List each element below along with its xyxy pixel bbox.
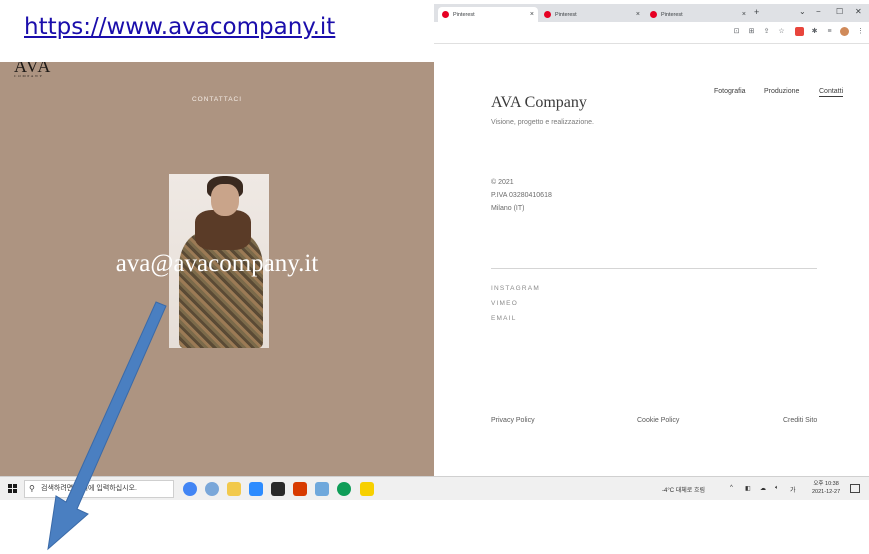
nav-produzione[interactable]: Produzione: [764, 88, 799, 95]
ava-company-page: Fotografia Produzione Contatti AVA Compa…: [434, 44, 869, 476]
new-tab-button[interactable]: +: [754, 7, 759, 17]
notifications-icon[interactable]: [850, 484, 860, 493]
install-icon[interactable]: ⊡: [732, 27, 741, 36]
maximize-button[interactable]: ☐: [836, 7, 843, 16]
blank-area: [0, 500, 869, 554]
url-link[interactable]: https://www.avacompany.it: [24, 14, 335, 40]
tray-chevron-icon[interactable]: ^: [730, 485, 733, 491]
extension-icon[interactable]: [795, 27, 804, 36]
weather-status[interactable]: -4°C 대체로 흐림: [662, 485, 705, 494]
clock[interactable]: 오후 10:38 2021-12-27: [812, 480, 840, 496]
reading-list-icon[interactable]: ≡: [825, 27, 834, 36]
tab-label: Pinterest: [453, 11, 475, 18]
nav-contatti[interactable]: Contatti: [819, 88, 844, 97]
zoom-icon[interactable]: [249, 482, 263, 496]
location: Milano (IT): [491, 205, 525, 212]
divider: [491, 268, 817, 269]
browser-chrome: Pinterest × Pinterest × Pinterest × + ⌄ …: [434, 4, 869, 44]
close-tab-icon[interactable]: ×: [530, 11, 534, 18]
pinterest-icon: [544, 11, 551, 18]
instagram-link[interactable]: INSTAGRAM: [491, 285, 540, 292]
browser-tab[interactable]: Pinterest ×: [540, 7, 644, 22]
kakaotalk-icon[interactable]: [360, 482, 374, 496]
bookmark-star-icon[interactable]: ☆: [777, 27, 786, 36]
chrome-icon[interactable]: [183, 482, 197, 496]
menu-kebab-icon[interactable]: ⋮: [856, 27, 865, 36]
pinterest-icon: [650, 11, 657, 18]
email-link[interactable]: ava@avacompany.it: [0, 250, 434, 278]
tab-label: Pinterest: [555, 11, 577, 18]
network-icon[interactable]: ◧: [745, 485, 751, 492]
browser-tab[interactable]: Pinterest ×: [438, 7, 538, 22]
date: 2021-12-27: [812, 489, 841, 495]
copyright: © 2021: [491, 179, 514, 186]
email-link[interactable]: EMAIL: [491, 315, 517, 322]
onedrive-icon[interactable]: ☁: [760, 485, 766, 492]
privacy-policy-link[interactable]: Privacy Policy: [491, 417, 535, 424]
cookie-policy-link[interactable]: Cookie Policy: [637, 417, 679, 424]
file-explorer-icon[interactable]: [227, 482, 241, 496]
taskbar-search[interactable]: ⚲ 검색하려면 여기에 입력하십시오.: [24, 480, 174, 498]
time: 오후 10:38: [813, 481, 839, 487]
translate-icon[interactable]: ⊞: [747, 27, 756, 36]
share-icon[interactable]: ⇪: [762, 27, 771, 36]
nav-fotografia[interactable]: Fotografia: [714, 88, 746, 95]
search-icon: ⚲: [29, 484, 35, 493]
search-placeholder: 검색하려면 여기에 입력하십시오.: [41, 485, 137, 492]
vat-number: P.IVA 03280410618: [491, 192, 552, 199]
ime-icon[interactable]: 가: [790, 485, 796, 494]
pinterest-icon: [442, 11, 449, 18]
browser-tab[interactable]: Pinterest ×: [646, 7, 750, 22]
windows-taskbar: ⚲ 검색하려면 여기에 입력하십시오. -4°C 대체로 흐림 ^ ◧ ☁ 🔈︎…: [0, 476, 869, 500]
tab-strip: Pinterest × Pinterest × Pinterest × + ⌄ …: [434, 4, 869, 22]
adobe-illustrator-icon[interactable]: [271, 482, 285, 496]
company-tagline: Visione, progetto e realizzazione.: [491, 119, 594, 126]
credits-link[interactable]: Crediti Sito: [783, 417, 817, 424]
close-tab-icon[interactable]: ×: [636, 11, 640, 18]
minimize-button[interactable]: −: [816, 7, 821, 16]
close-tab-icon[interactable]: ×: [742, 11, 746, 18]
windows-start-icon[interactable]: [8, 484, 18, 494]
edge-icon[interactable]: [337, 482, 351, 496]
browser-toolbar: ⊡ ⊞ ⇪ ☆ ✱ ≡ ⋮: [434, 22, 869, 44]
tab-search-icon[interactable]: ⌄: [799, 7, 806, 16]
url-overlay: https://www.avacompany.it: [0, 0, 434, 62]
tab-label: Pinterest: [661, 11, 683, 18]
contact-heading: CONTATTACI: [191, 96, 243, 103]
close-window-button[interactable]: ✕: [855, 7, 862, 16]
app-icon[interactable]: [315, 482, 329, 496]
profile-avatar-icon[interactable]: [840, 27, 849, 36]
vimeo-link[interactable]: VIMEO: [491, 300, 518, 307]
puzzle-extensions-icon[interactable]: ✱: [810, 27, 819, 36]
browser-app-icon[interactable]: [205, 482, 219, 496]
volume-icon[interactable]: 🔈︎: [775, 485, 779, 492]
company-title: AVA Company: [491, 94, 587, 111]
powerpoint-icon[interactable]: [293, 482, 307, 496]
